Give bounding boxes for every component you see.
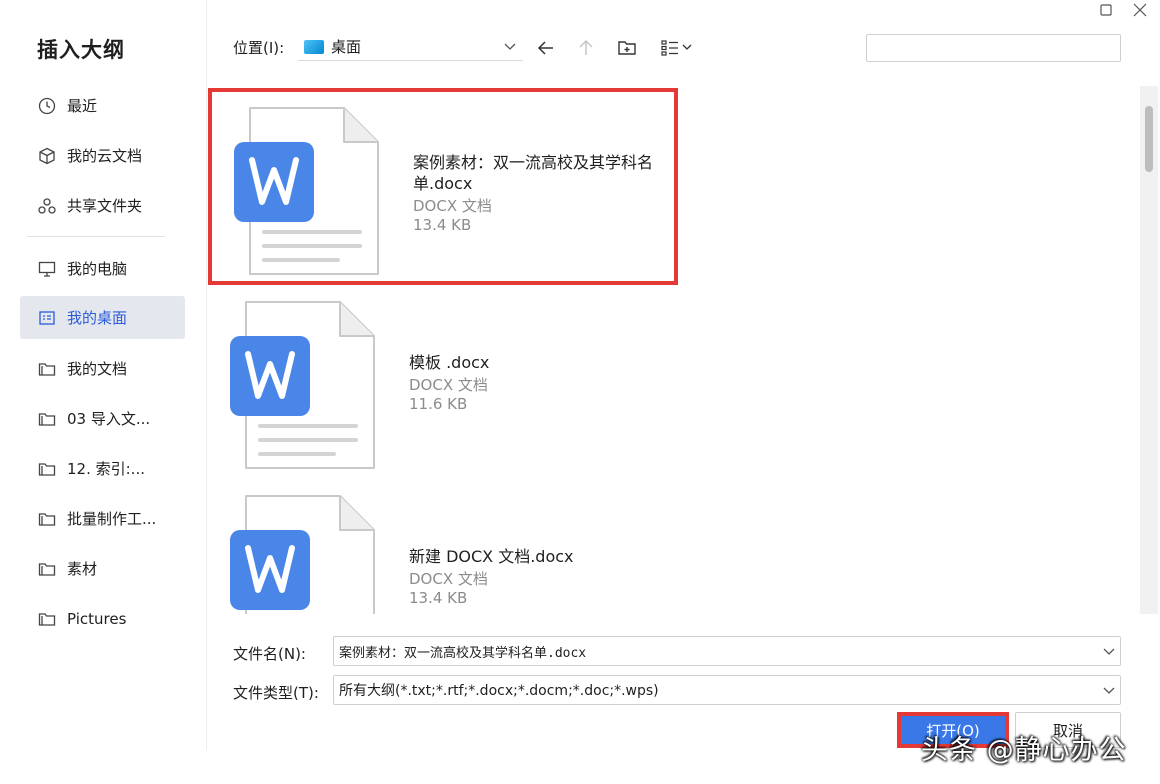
- folder-icon: [37, 609, 57, 629]
- sidebar: 插入大纲 最近 我的云文档 共享文件夹 我的电脑 我的桌面 我的文档 03 导入…: [0, 0, 206, 784]
- sidebar-item-label: Pictures: [67, 609, 127, 628]
- back-button[interactable]: [534, 36, 558, 60]
- sidebar-border: [206, 0, 207, 750]
- file-item[interactable]: 模板 .docx DOCX 文档 11.6 KB: [208, 286, 678, 483]
- filetype-value: 所有大纲(*.txt;*.rtf;*.docx;*.docm;*.doc;*.w…: [339, 683, 659, 699]
- chevron-down-icon: [503, 39, 517, 57]
- location-value: 桌面: [331, 38, 362, 56]
- location-label: 位置(I):: [233, 39, 285, 57]
- word-document-icon: [230, 301, 375, 469]
- sidebar-divider: [27, 236, 165, 237]
- view-mode-button[interactable]: [660, 36, 696, 60]
- clock-icon: [37, 96, 57, 116]
- sidebar-item-my-documents[interactable]: 我的文档: [20, 347, 185, 390]
- sidebar-item-label: 我的云文档: [67, 147, 143, 165]
- arrow-up-icon: [579, 39, 593, 55]
- new-folder-icon: [618, 41, 636, 55]
- file-name: 模板 .docx: [409, 353, 490, 372]
- dialog-title: 插入大纲: [37, 38, 125, 62]
- scrollbar-thumb[interactable]: [1145, 106, 1153, 172]
- cube-icon: [37, 146, 57, 166]
- folder-icon: [37, 409, 57, 429]
- filename-label: 文件名(N):: [233, 645, 306, 663]
- watermark: 头条 @静心办公: [921, 735, 1127, 766]
- sidebar-item-cloud-docs[interactable]: 我的云文档: [20, 134, 185, 177]
- file-type: DOCX 文档: [413, 197, 492, 215]
- location-dropdown[interactable]: 桌面: [298, 33, 523, 61]
- list-view-icon: [661, 40, 692, 56]
- sidebar-item-folder-material[interactable]: 素材: [20, 547, 185, 590]
- arrow-left-icon: [537, 41, 553, 55]
- filetype-combobox[interactable]: 所有大纲(*.txt;*.rtf;*.docx;*.docm;*.doc;*.w…: [333, 675, 1121, 705]
- file-size: 13.4 KB: [413, 216, 472, 234]
- desktop-icon: [37, 308, 57, 328]
- sidebar-item-folder-pictures[interactable]: Pictures: [20, 597, 185, 640]
- sidebar-item-label: 12. 索引:...: [67, 460, 145, 478]
- up-button[interactable]: [574, 36, 598, 60]
- maximize-icon: [1100, 4, 1112, 16]
- sidebar-item-label: 我的文档: [67, 360, 128, 378]
- file-type: DOCX 文档: [409, 570, 488, 588]
- filename-combobox[interactable]: 案例素材：双一流高校及其学科名单.docx: [333, 636, 1121, 666]
- file-type: DOCX 文档: [409, 376, 488, 394]
- file-name: 新建 DOCX 文档.docx: [409, 547, 574, 566]
- sidebar-item-folder-12[interactable]: 12. 索引:...: [20, 447, 185, 490]
- sidebar-item-label: 03 导入文...: [67, 410, 151, 428]
- sidebar-item-label: 最近: [67, 97, 98, 115]
- sidebar-item-my-computer[interactable]: 我的电脑: [20, 247, 185, 290]
- sidebar-item-label: 我的桌面: [67, 309, 128, 327]
- folder-icon: [37, 559, 57, 579]
- sidebar-item-label: 批量制作工...: [67, 510, 157, 528]
- search-input[interactable]: [866, 34, 1121, 62]
- filetype-label: 文件类型(T):: [233, 684, 319, 702]
- sidebar-item-shared-folder[interactable]: 共享文件夹: [20, 184, 185, 227]
- folder-icon: [37, 459, 57, 479]
- sidebar-item-folder-03[interactable]: 03 导入文...: [20, 397, 185, 440]
- desktop-folder-icon: [304, 39, 324, 54]
- sidebar-item-label: 我的电脑: [67, 260, 128, 278]
- maximize-button[interactable]: [1094, 0, 1118, 20]
- sidebar-item-label: 素材: [67, 560, 98, 578]
- chevron-down-icon: [1102, 644, 1116, 662]
- close-icon: [1133, 3, 1147, 17]
- monitor-icon: [37, 259, 57, 279]
- file-size: 13.4 KB: [409, 589, 468, 607]
- close-button[interactable]: [1128, 0, 1152, 20]
- file-name: 案例素材：双一流高校及其学科名单.docx: [413, 153, 654, 193]
- chevron-down-icon: [1102, 683, 1116, 701]
- filename-value: 案例素材：双一流高校及其学科名单.docx: [339, 645, 587, 661]
- new-folder-button[interactable]: [615, 36, 639, 60]
- sidebar-item-folder-batch[interactable]: 批量制作工...: [20, 497, 185, 540]
- share-icon: [37, 196, 57, 216]
- folder-icon: [37, 509, 57, 529]
- sidebar-item-my-desktop[interactable]: 我的桌面: [20, 296, 185, 339]
- sidebar-item-recent[interactable]: 最近: [20, 84, 185, 127]
- word-document-icon: [234, 107, 379, 275]
- sidebar-item-label: 共享文件夹: [67, 197, 143, 215]
- file-item[interactable]: 案例素材：双一流高校及其学科名单.docx DOCX 文档 13.4 KB: [208, 88, 678, 285]
- file-list: 案例素材：双一流高校及其学科名单.docx DOCX 文档 13.4 KB 模板…: [208, 86, 1138, 614]
- file-item[interactable]: 新建 DOCX 文档.docx DOCX 文档 13.4 KB: [208, 480, 678, 614]
- word-document-icon: [230, 495, 375, 614]
- folder-icon: [37, 359, 57, 379]
- file-size: 11.6 KB: [409, 395, 468, 413]
